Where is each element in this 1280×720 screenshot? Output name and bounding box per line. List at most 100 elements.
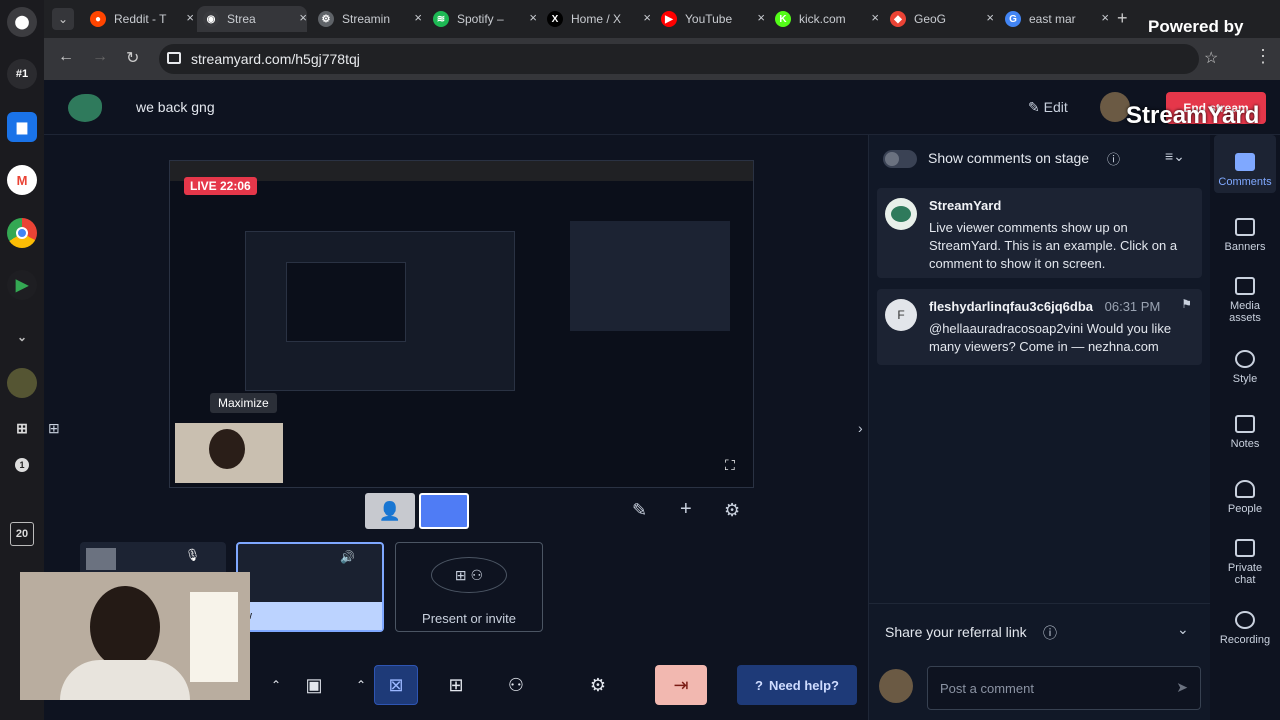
- banners-icon: [1235, 218, 1255, 236]
- report-icon[interactable]: ⚑: [1181, 297, 1192, 311]
- present-or-invite-card[interactable]: ⊞ ⚇ Present or invite: [395, 542, 543, 632]
- browser-tab[interactable]: ⚙ Streamin ×: [312, 6, 422, 32]
- help-icon: ?: [754, 677, 763, 693]
- rail-style[interactable]: Style: [1210, 350, 1280, 385]
- close-tab-icon[interactable]: ×: [186, 10, 194, 25]
- info-icon[interactable]: ⓘ: [1107, 149, 1120, 168]
- browser-toolbar: ← → ↻ streamyard.com/h5gj778tqj ☆ ⋮: [44, 38, 1280, 80]
- edit-button[interactable]: ✎ Edit: [1028, 99, 1068, 116]
- close-tab-icon[interactable]: ×: [757, 10, 765, 25]
- close-tab-icon[interactable]: ×: [529, 10, 537, 25]
- mic-icon[interactable]: 🎙: [185, 548, 200, 562]
- close-tab-icon[interactable]: ×: [871, 10, 879, 25]
- rail-people[interactable]: People: [1210, 480, 1280, 515]
- rail-private-chat[interactable]: Private chat: [1210, 539, 1280, 586]
- screen-thumbnail[interactable]: w 🔊: [236, 542, 384, 632]
- menu-dots-icon[interactable]: ⋮: [1254, 46, 1272, 67]
- chevron-right-icon[interactable]: ›: [858, 420, 863, 436]
- layout-toggle-icon[interactable]: ⊞: [48, 420, 60, 437]
- close-tab-icon[interactable]: ×: [1101, 10, 1109, 25]
- streamyard-watermark: StreamYard: [1126, 102, 1260, 129]
- gmail-icon[interactable]: M: [7, 165, 37, 195]
- play-store-icon[interactable]: ▶: [7, 270, 37, 300]
- need-help-button[interactable]: ? Need help?: [737, 665, 857, 705]
- comments-on-stage-toggle[interactable]: [883, 150, 917, 168]
- site-info-icon[interactable]: [167, 52, 181, 64]
- tab-title: Strea: [227, 12, 256, 26]
- app-avatar-icon[interactable]: [7, 368, 37, 398]
- workspace-badge[interactable]: #1: [7, 59, 37, 89]
- comment-avatar: F: [885, 299, 917, 331]
- present-button[interactable]: ⊞: [434, 665, 478, 705]
- forward-icon[interactable]: →: [92, 48, 108, 66]
- new-tab-icon[interactable]: +: [1117, 8, 1128, 29]
- settings-button[interactable]: ⚙: [576, 665, 620, 705]
- rail-recording[interactable]: Recording: [1210, 611, 1280, 646]
- recording-icon: [1235, 611, 1255, 629]
- notes-icon: [1235, 415, 1255, 433]
- rail-banners[interactable]: Banners: [1210, 218, 1280, 253]
- layout-screen-button[interactable]: [419, 493, 469, 529]
- back-icon[interactable]: ←: [58, 48, 74, 66]
- add-layout-icon[interactable]: +: [680, 498, 692, 521]
- launcher-icon[interactable]: ⬤: [7, 7, 37, 37]
- calendar-icon[interactable]: 20: [10, 522, 34, 546]
- leave-studio-button[interactable]: ⇥: [655, 665, 707, 705]
- rail-media-assets[interactable]: Media assets: [1210, 277, 1280, 324]
- volume-icon[interactable]: 🔊: [340, 550, 355, 564]
- layout-solo-button[interactable]: 👤: [365, 493, 415, 529]
- tab-title: Streamin: [342, 12, 391, 26]
- tab-search-icon[interactable]: ⌄: [52, 8, 74, 30]
- media-assets-icon: [1235, 277, 1255, 295]
- send-icon[interactable]: ➤: [1176, 679, 1188, 696]
- browser-tab[interactable]: X Home / X ×: [541, 6, 651, 32]
- browser-tab[interactable]: ▶ YouTube ×: [655, 6, 765, 32]
- browser-tab[interactable]: ◉ Strea ×: [197, 6, 307, 32]
- chrome-icon[interactable]: [7, 218, 37, 248]
- edit-layout-icon[interactable]: ✎: [632, 500, 647, 521]
- browser-tab[interactable]: ≋ Spotify – ×: [427, 6, 537, 32]
- chevron-down-icon[interactable]: ⌄: [1177, 621, 1189, 638]
- comment-card[interactable]: F fleshydarlinqfau3c6jq6dba 06:31 PM @he…: [877, 289, 1202, 365]
- people-icon: [1235, 480, 1255, 498]
- tab-title: Reddit - T: [114, 12, 167, 26]
- tab-title: Spotify –: [457, 12, 504, 26]
- referral-section[interactable]: Share your referral link ⓘ ⌄: [869, 603, 1210, 659]
- bookmark-star-icon[interactable]: ☆: [1204, 48, 1218, 68]
- tab-favicon-icon: ◉: [203, 11, 219, 27]
- close-tab-icon[interactable]: ×: [986, 10, 994, 25]
- person-shirt: [60, 660, 190, 700]
- stage-settings-icon[interactable]: ⚙: [724, 500, 740, 521]
- camera-badge: [86, 548, 116, 570]
- help-circle-icon[interactable]: ⓘ: [1043, 623, 1057, 643]
- present-invite-label: Present or invite: [422, 611, 516, 626]
- comment-card[interactable]: StreamYard Live viewer comments show up …: [877, 188, 1202, 278]
- stage-preview[interactable]: LIVE 22:06 Maximize ⛶: [169, 160, 754, 488]
- close-tab-icon[interactable]: ×: [299, 10, 307, 25]
- comments-icon: [1235, 153, 1255, 171]
- filter-settings-icon[interactable]: ≡⌄: [1165, 148, 1185, 165]
- layout-icon[interactable]: ⊞: [7, 413, 37, 443]
- person-silhouette: [209, 429, 245, 469]
- post-comment-input[interactable]: Post a comment ➤: [927, 666, 1201, 710]
- browser-tab[interactable]: Kkick.com ×: [769, 6, 879, 32]
- screen-share-stop-button[interactable]: ⊠: [374, 665, 418, 705]
- tab-favicon-icon: ●: [90, 11, 106, 27]
- browser-tab[interactable]: Geast mar ×: [999, 6, 1109, 32]
- close-tab-icon[interactable]: ×: [643, 10, 651, 25]
- reload-icon[interactable]: ↻: [126, 48, 139, 68]
- fullscreen-icon[interactable]: ⛶: [725, 457, 735, 474]
- browser-tab[interactable]: ● Reddit - T ×: [84, 6, 194, 32]
- files-icon[interactable]: ▆: [7, 112, 37, 142]
- invite-button[interactable]: ⚇: [494, 665, 538, 705]
- close-tab-icon[interactable]: ×: [414, 10, 422, 25]
- rail-comments[interactable]: Comments: [1210, 153, 1280, 188]
- rail-notes[interactable]: Notes: [1210, 415, 1280, 450]
- camera-toggle-icon[interactable]: ▣: [292, 665, 336, 705]
- studio-header: we back gng ✎ Edit End stream StreamYard: [44, 80, 1280, 135]
- broadcast-title: we back gng: [136, 99, 215, 115]
- comment-time: 06:31 PM: [1104, 299, 1161, 314]
- address-bar[interactable]: streamyard.com/h5gj778tqj: [159, 44, 1199, 74]
- chevron-down-icon[interactable]: ⌄: [7, 322, 37, 352]
- browser-tab[interactable]: ◆ GeoG ×: [884, 6, 994, 32]
